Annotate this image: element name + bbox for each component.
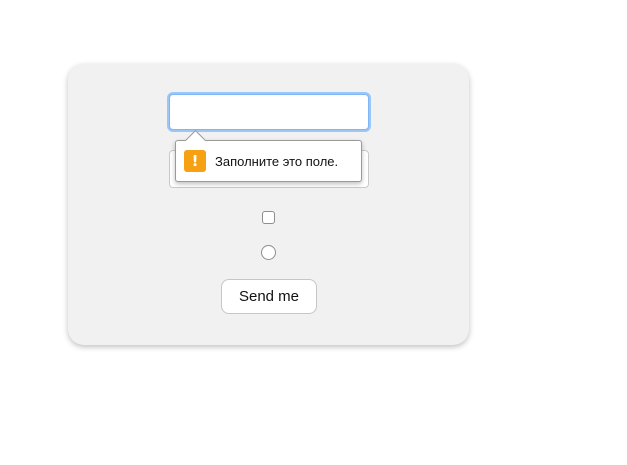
send-button[interactable]: Send me — [221, 279, 317, 314]
warning-icon: ! — [184, 150, 206, 172]
text-input[interactable] — [169, 94, 369, 130]
validation-tooltip: ! Заполните это поле. — [175, 129, 362, 182]
checkbox[interactable] — [262, 211, 275, 224]
form-card: ! Заполните это поле. Send me — [68, 64, 469, 345]
tooltip-arrow — [184, 129, 207, 152]
radio-button[interactable] — [261, 245, 276, 260]
validation-message: Заполните это поле. — [215, 153, 339, 169]
